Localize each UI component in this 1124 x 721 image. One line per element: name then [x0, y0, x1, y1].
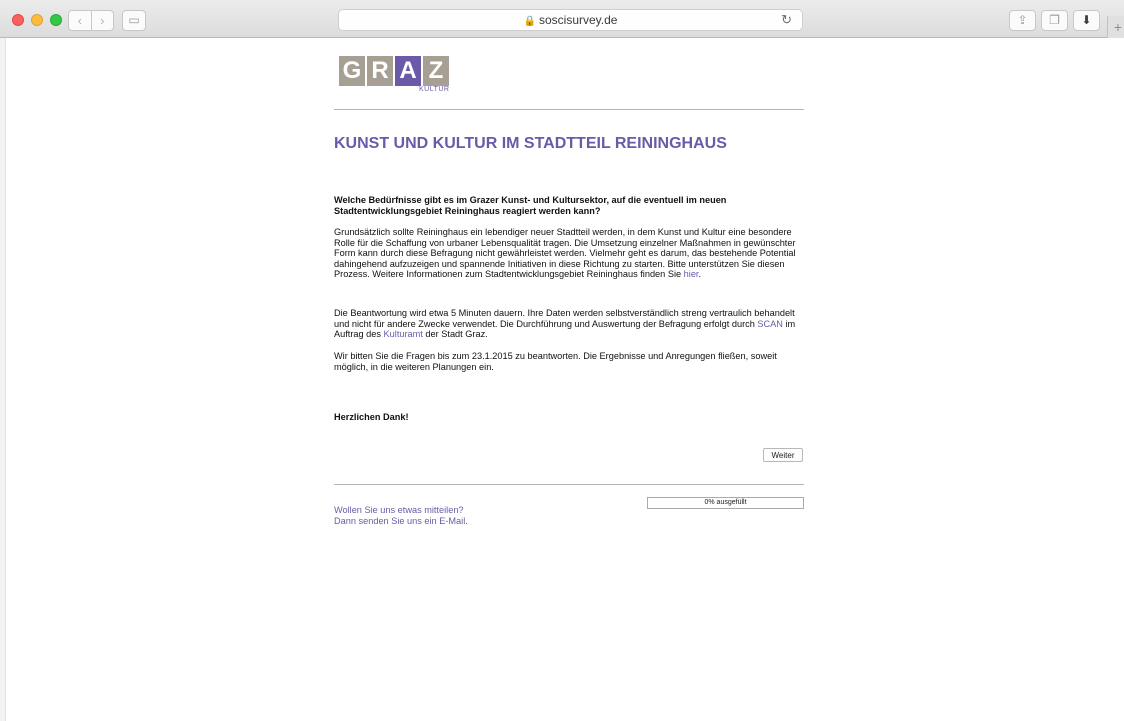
- progress-label: 0% ausgefüllt: [704, 499, 747, 506]
- lock-icon: 🔒: [523, 16, 536, 27]
- logo-letter: R: [367, 56, 393, 86]
- info-link[interactable]: hier: [684, 269, 699, 279]
- navigation-buttons: ‹ ›: [68, 10, 114, 31]
- logo-subtitle: KULTUR: [419, 86, 450, 93]
- intro-question: Welche Bedürfnisse gibt es im Grazer Kun…: [334, 195, 727, 216]
- browser-toolbar: ‹ › ▭ 🔒 soscisurvey.de ↻ ⇪ ❐ ⬇ +: [0, 0, 1124, 38]
- divider: [334, 484, 804, 485]
- page-content: G R A Z KULTUR KUNST UND KULTUR IM STADT…: [0, 38, 1124, 721]
- thanks-text: Herzlichen Dank!: [334, 412, 409, 422]
- intro-paragraph: Grundsätzlich sollte Reininghaus ein leb…: [334, 227, 796, 279]
- close-window-button[interactable]: [12, 14, 24, 26]
- window-edge: [0, 38, 6, 721]
- forward-icon[interactable]: ›: [92, 11, 114, 30]
- privacy-paragraph: Die Beantwortung wird etwa 5 Minuten dau…: [334, 308, 796, 339]
- download-icon[interactable]: ⬇: [1073, 10, 1100, 31]
- progress-bar: 0% ausgefüllt: [647, 497, 804, 509]
- tabs-overview-icon[interactable]: ❐: [1041, 10, 1068, 31]
- divider: [334, 109, 804, 110]
- logo-letter: G: [339, 56, 365, 86]
- address-bar[interactable]: 🔒 soscisurvey.de ↻: [338, 9, 803, 31]
- new-tab-icon[interactable]: +: [1107, 16, 1124, 38]
- graz-kultur-logo: G R A Z KULTUR: [339, 56, 451, 94]
- scan-link[interactable]: SCAN: [757, 319, 783, 329]
- minimize-window-button[interactable]: [31, 14, 43, 26]
- zoom-window-button[interactable]: [50, 14, 62, 26]
- kulturamt-link[interactable]: Kulturamt: [384, 329, 423, 339]
- url-text: soscisurvey.de: [538, 13, 618, 27]
- reload-icon[interactable]: ↻: [781, 12, 792, 28]
- page-title: KUNST UND KULTUR IM STADTTEIL REININGHAU…: [334, 135, 727, 152]
- sidebar-icon[interactable]: ▭: [122, 10, 146, 31]
- contact-link[interactable]: Wollen Sie uns etwas mitteilen? Dann sen…: [334, 505, 468, 526]
- logo-letter: A: [395, 56, 421, 86]
- logo-letter: Z: [423, 56, 449, 86]
- deadline-paragraph: Wir bitten Sie die Fragen bis zum 23.1.2…: [334, 351, 777, 372]
- next-button[interactable]: Weiter: [763, 448, 803, 462]
- share-icon[interactable]: ⇪: [1009, 10, 1036, 31]
- back-icon[interactable]: ‹: [69, 11, 92, 30]
